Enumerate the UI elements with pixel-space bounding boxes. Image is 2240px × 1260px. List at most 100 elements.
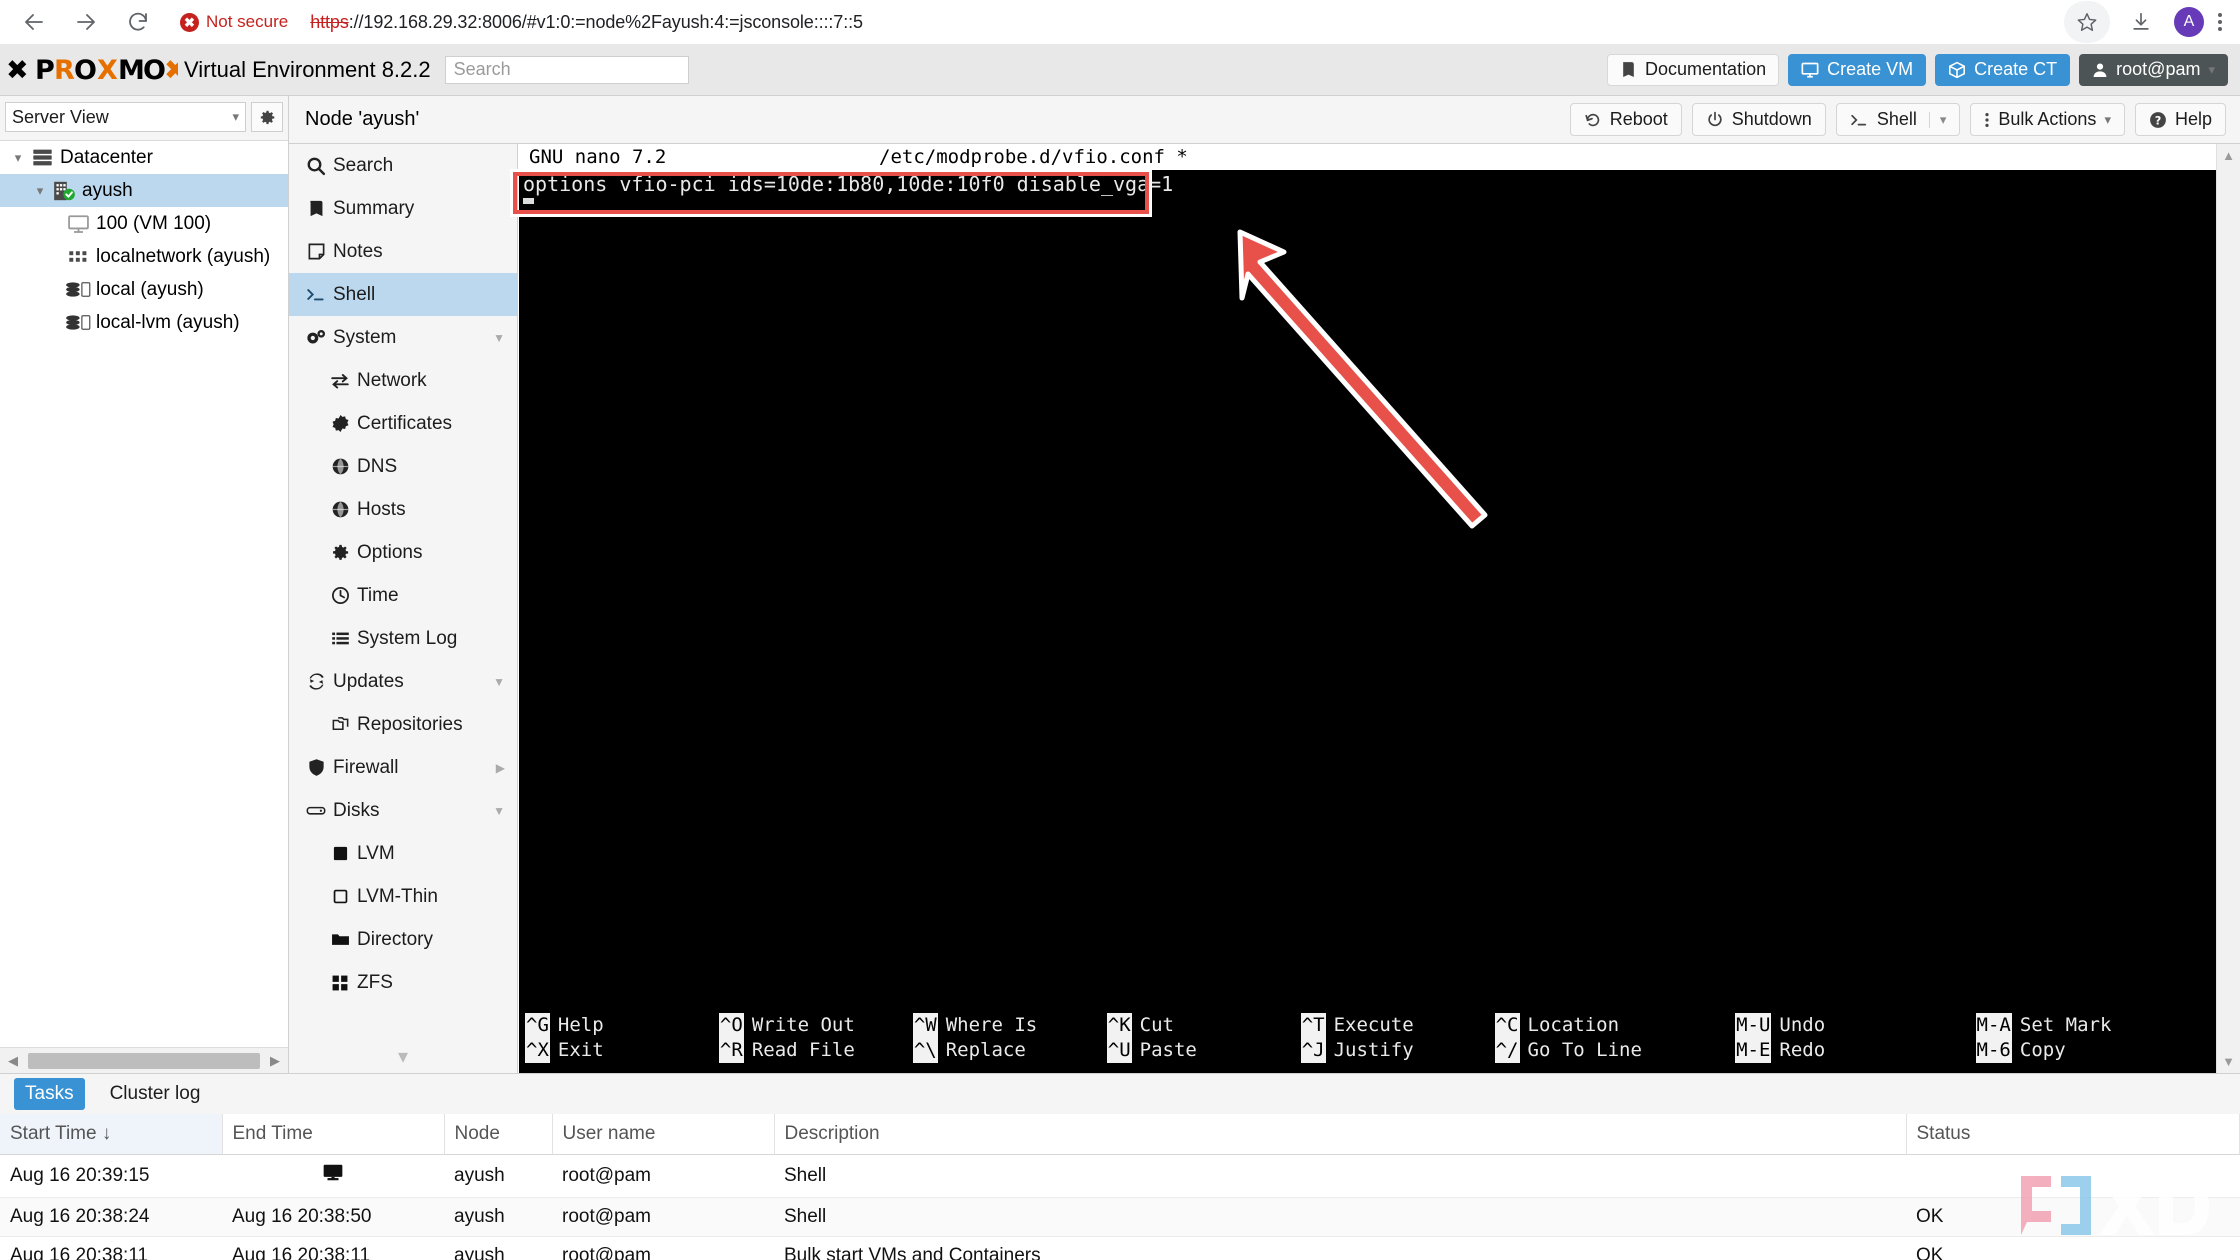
documentation-button[interactable]: Documentation [1607, 53, 1780, 86]
shell-terminal-panel[interactable]: GNU nano 7.2 /etc/modprobe.d/vfio.conf *… [519, 144, 2240, 1073]
shortcut-label[interactable]: Execute [1334, 1013, 1414, 1038]
scroll-right-icon[interactable]: ▶ [262, 1053, 288, 1069]
chevron-down-icon[interactable]: ▾ [30, 183, 50, 199]
shortcut-label[interactable]: Cut [1140, 1013, 1174, 1038]
menu-item-shell[interactable]: Shell [289, 273, 517, 316]
chevron-down-icon[interactable]: ▼ [493, 675, 517, 689]
terminal-scrollbar[interactable]: ▲ ▼ [2216, 144, 2240, 1073]
menu-item-search[interactable]: Search [289, 144, 517, 187]
shortcut-label[interactable]: Redo [1779, 1038, 1825, 1063]
storage-icon [64, 312, 92, 333]
shortcut-label[interactable]: Go To Line [1528, 1038, 1642, 1063]
column-description[interactable]: Description [774, 1114, 1907, 1155]
table-row[interactable]: Aug 16 20:39:15 ayush root@pam Shell [0, 1154, 2240, 1198]
tree-item-localnetwork[interactable]: localnetwork (ayush) [0, 240, 288, 273]
column-user-name[interactable]: User name [552, 1114, 775, 1155]
address-bar[interactable]: ✖ Not secure https://192.168.29.32:8006/… [180, 5, 2040, 39]
menu-item-updates[interactable]: Updates ▼ [289, 660, 517, 703]
menu-item-dns[interactable]: DNS [289, 445, 517, 488]
shortcut-label[interactable]: Help [558, 1013, 604, 1038]
menu-item-disks[interactable]: Disks ▼ [289, 789, 517, 832]
tab-cluster-log[interactable]: Cluster log [99, 1078, 212, 1110]
chevron-down-icon: ▾ [2208, 61, 2215, 77]
menu-item-system[interactable]: System ▼ [289, 316, 517, 359]
column-start-time[interactable]: Start Time ↓ [0, 1114, 223, 1155]
menu-item-lvm[interactable]: LVM [289, 832, 517, 875]
table-row[interactable]: Aug 16 20:38:11 Aug 16 20:38:11 ayush ro… [0, 1236, 2240, 1260]
help-button[interactable]: ? Help [2134, 103, 2226, 136]
chevron-down-icon[interactable]: ▼ [493, 804, 517, 818]
tree-item-local[interactable]: local (ayush) [0, 273, 288, 306]
menu-item-summary[interactable]: Summary [289, 187, 517, 230]
tab-tasks[interactable]: Tasks [14, 1078, 85, 1110]
menu-item-system-log[interactable]: System Log [289, 617, 517, 660]
forward-icon[interactable] [66, 2, 106, 42]
shortcut-label[interactable]: Write Out [752, 1013, 855, 1038]
shutdown-button[interactable]: Shutdown [1691, 103, 1826, 136]
bulk-actions-button[interactable]: Bulk Actions ▾ [1970, 103, 2125, 136]
menu-item-zfs[interactable]: ZFS [289, 961, 517, 1004]
shortcut-label[interactable]: Justify [1334, 1038, 1414, 1063]
menu-item-repositories[interactable]: Repositories [289, 703, 517, 746]
shell-button[interactable]: Shell ▾ [1835, 103, 1961, 136]
shortcut-label[interactable]: Exit [558, 1038, 604, 1063]
chevron-right-icon[interactable]: ▶ [496, 761, 517, 775]
menu-item-lvm-thin[interactable]: LVM-Thin [289, 875, 517, 918]
bookmark-star-icon[interactable] [2064, 1, 2110, 43]
menu-item-certificates[interactable]: Certificates [289, 402, 517, 445]
menu-item-network[interactable]: Network [289, 359, 517, 402]
tree-item-local-lvm[interactable]: local-lvm (ayush) [0, 306, 288, 339]
shortcut-label[interactable]: Copy [2020, 1038, 2066, 1063]
create-ct-button[interactable]: Create CT [1935, 53, 2071, 86]
download-icon[interactable] [2120, 1, 2162, 43]
shortcut-label[interactable]: Location [1528, 1013, 1620, 1038]
create-vm-button[interactable]: Create VM [1788, 53, 1927, 86]
back-icon[interactable] [14, 2, 54, 42]
menu-item-label: Summary [333, 197, 415, 219]
cell-user-name: root@pam [552, 1154, 774, 1198]
chevron-down-icon[interactable]: ▾ [1928, 111, 1946, 128]
column-node[interactable]: Node [444, 1114, 553, 1155]
scroll-left-icon[interactable]: ◀ [0, 1053, 26, 1069]
menu-item-notes[interactable]: Notes [289, 230, 517, 273]
shortcut-label[interactable]: Paste [1140, 1038, 1197, 1063]
chevron-down-icon[interactable]: ▾ [8, 150, 28, 166]
proxmox-logo[interactable]: ✖ P R O X M O ✖ [0, 53, 178, 87]
menu-item-firewall[interactable]: Firewall ▶ [289, 746, 517, 789]
reboot-button[interactable]: Reboot [1569, 103, 1682, 136]
tree-item-vm-100[interactable]: 100 (VM 100) [0, 207, 288, 240]
user-menu-button[interactable]: root@pam ▾ [2079, 53, 2228, 86]
shortcut-label[interactable]: Read File [752, 1038, 855, 1063]
column-end-time[interactable]: End Time [222, 1114, 445, 1155]
scroll-up-icon[interactable]: ▲ [2222, 148, 2235, 163]
search-input[interactable]: Search [444, 55, 689, 84]
view-mode-select[interactable]: Server View ▾ [5, 102, 246, 132]
kebab-menu-icon[interactable] [2218, 13, 2222, 31]
menu-item-hosts[interactable]: Hosts [289, 488, 517, 531]
menu-item-directory[interactable]: Directory [289, 918, 517, 961]
shortcut-label[interactable]: Replace [946, 1038, 1026, 1063]
shortcut-label[interactable]: Undo [1779, 1013, 1825, 1038]
column-label: Start Time [10, 1123, 97, 1144]
shortcut-label[interactable]: Where Is [946, 1013, 1038, 1038]
column-status[interactable]: Status [1906, 1114, 2240, 1155]
chevron-down-icon[interactable]: ▾ [2104, 112, 2111, 128]
menu-item-options[interactable]: Options [289, 531, 517, 574]
tree-item-datacenter[interactable]: ▾ Datacenter [0, 141, 288, 174]
chevron-down-icon[interactable]: ▼ [493, 331, 517, 345]
tree-item-ayush[interactable]: ▾ ayush [0, 174, 288, 207]
tree-horizontal-scrollbar[interactable]: ◀ ▶ [0, 1047, 288, 1073]
scroll-down-icon[interactable]: ▼ [2222, 1054, 2235, 1069]
shortcut-label[interactable]: Set Mark [2020, 1013, 2112, 1038]
chevron-down-icon[interactable]: ▾ [289, 1039, 517, 1073]
scrollbar-thumb[interactable] [28, 1052, 260, 1069]
terminal-surface[interactable]: GNU nano 7.2 /etc/modprobe.d/vfio.conf *… [519, 144, 2216, 1073]
menu-item-time[interactable]: Time [289, 574, 517, 617]
gear-icon[interactable] [251, 102, 283, 132]
avatar[interactable]: A [2174, 7, 2204, 37]
reload-icon[interactable] [118, 2, 158, 42]
svg-text:R: R [54, 55, 75, 86]
nano-edit-area[interactable]: options vfio-pci ids=10de:1b80,10de:10f0… [519, 170, 2216, 969]
table-row[interactable]: Aug 16 20:38:24 Aug 16 20:38:50 ayush ro… [0, 1197, 2240, 1237]
security-indicator[interactable]: ✖ Not secure [180, 12, 288, 32]
